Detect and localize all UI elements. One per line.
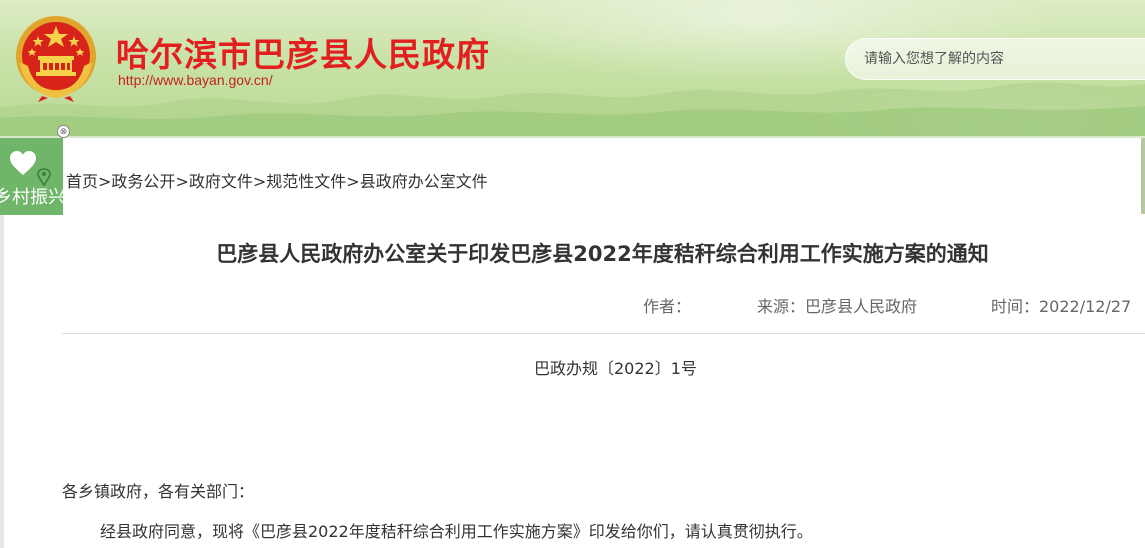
close-icon[interactable]: ⊗	[57, 125, 70, 138]
article-time: 时间：2022/12/27	[991, 297, 1132, 316]
article-salutation: 各乡镇政府，各有关部门：	[62, 482, 255, 501]
national-emblem-icon	[16, 16, 96, 102]
breadcrumb-office-documents[interactable]: 县政府办公室文件	[360, 172, 488, 191]
header-divider	[0, 136, 1145, 138]
breadcrumb-separator: >	[346, 172, 360, 191]
site-url[interactable]: http://www.bayan.gov.cn/	[118, 72, 273, 88]
heart-icon	[10, 151, 36, 175]
article-paragraph: 经县政府同意，现将《巴彦县2022年度秸秆综合利用工作实施方案》印发给你们，请认…	[100, 522, 813, 541]
breadcrumb-normative-documents[interactable]: 规范性文件	[266, 172, 346, 191]
article-source: 来源：巴彦县人民政府	[757, 297, 918, 316]
search-input[interactable]	[864, 39, 1134, 79]
breadcrumb-gov-documents[interactable]: 政府文件	[189, 172, 253, 191]
breadcrumb-separator: >	[175, 172, 189, 191]
scrollbar-edge	[1141, 138, 1145, 214]
meta-divider	[62, 333, 1145, 334]
breadcrumb-separator: >	[98, 172, 112, 191]
breadcrumb-home[interactable]: 首页	[66, 172, 98, 191]
article-author: 作者：	[643, 297, 692, 316]
breadcrumb-gov-affairs[interactable]: 政务公开	[111, 172, 175, 191]
widget-label: 乡村振兴	[0, 187, 63, 208]
site-header: 哈尔滨市巴彦县人民政府 http://www.bayan.gov.cn/	[0, 0, 1145, 136]
breadcrumb-separator: >	[252, 172, 267, 191]
site-title[interactable]: 哈尔滨市巴彦县人民政府	[116, 28, 490, 76]
article-title: 巴彦县人民政府办公室关于印发巴彦县2022年度秸秆综合利用工作实施方案的通知	[216, 242, 989, 266]
breadcrumb: 首页>政务公开>政府文件>规范性文件>县政府办公室文件	[66, 168, 488, 192]
document-number: 巴政办规〔2022〕1号	[534, 359, 697, 378]
rural-revitalization-widget[interactable]: 乡村振兴	[0, 138, 63, 215]
search-box[interactable]	[845, 38, 1145, 80]
